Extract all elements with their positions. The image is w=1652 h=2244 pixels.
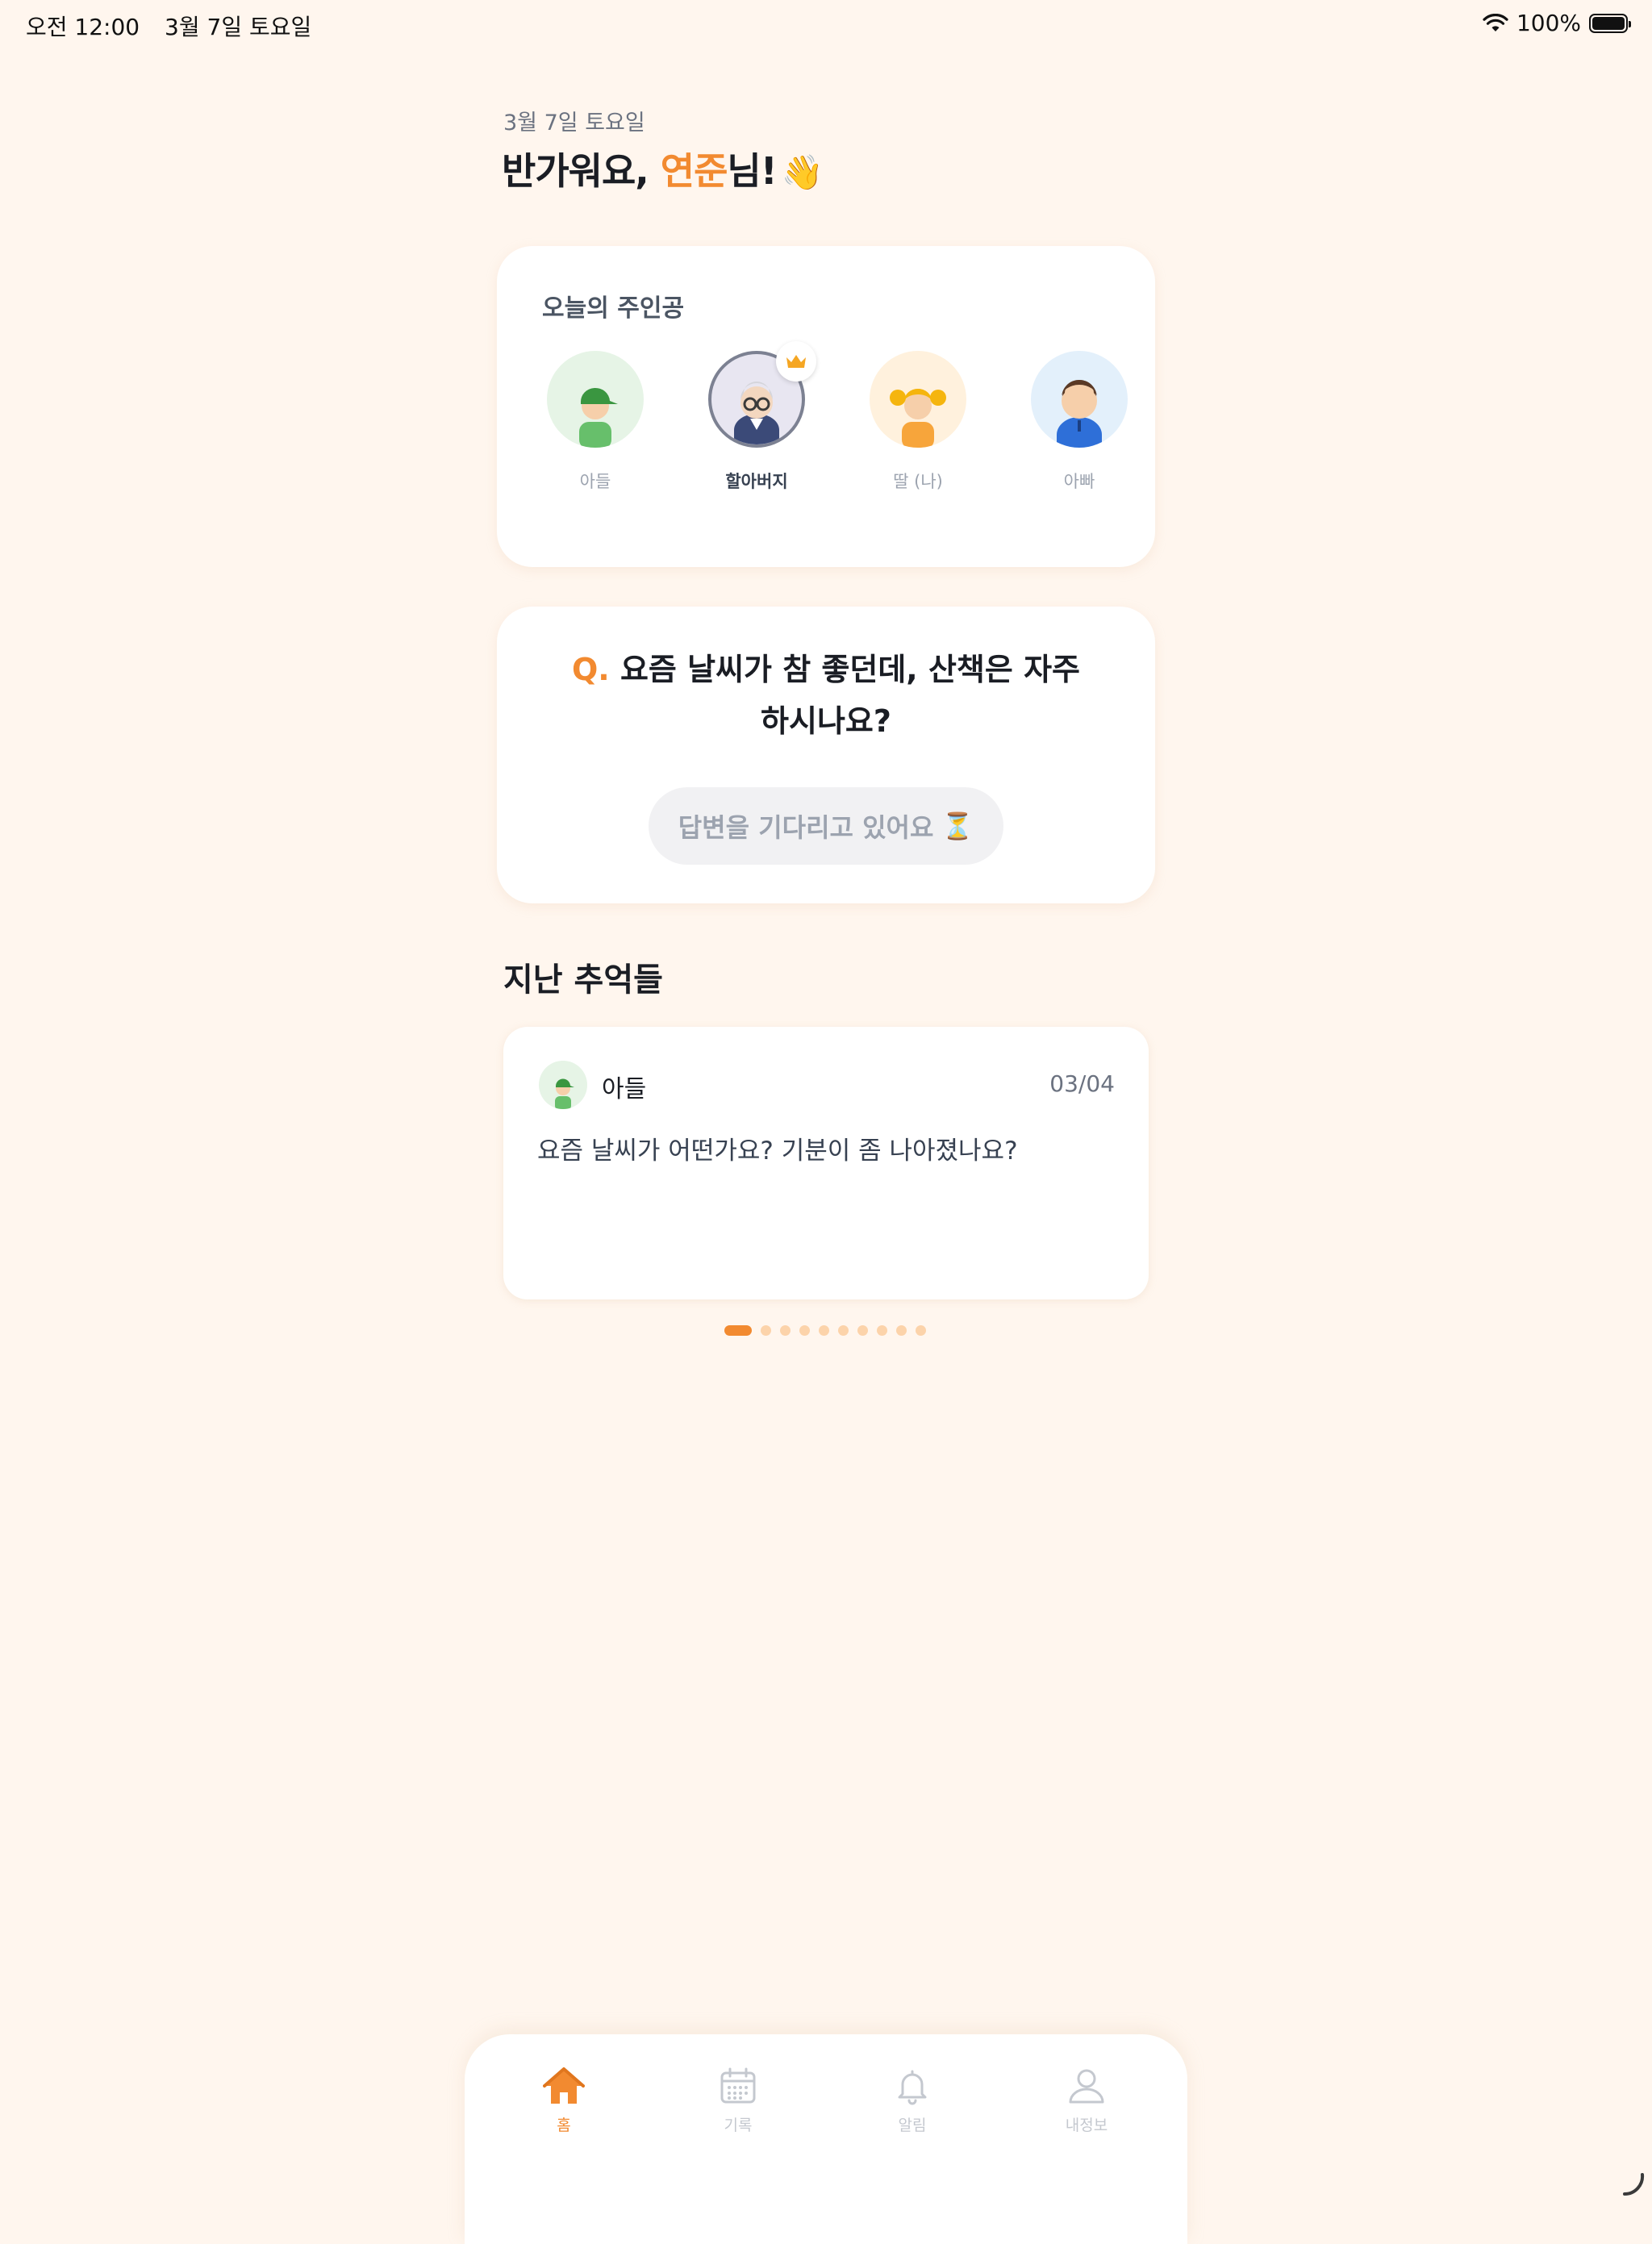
member-label: 아들 — [579, 472, 611, 491]
crown-icon — [776, 341, 816, 382]
page-dot[interactable] — [838, 1325, 849, 1336]
greeting-prefix: 반가워요, — [502, 149, 661, 193]
tab-bar: 홈 기록 알림 내정보 — [465, 2034, 1187, 2244]
greeting-suffix: 님! — [727, 149, 777, 193]
member-list: 아들 할아버지 딸 (나) 아빠 — [547, 341, 1128, 493]
page-dot[interactable] — [799, 1325, 810, 1336]
dad-avatar — [1031, 351, 1128, 448]
member-label: 할아버지 — [725, 472, 788, 491]
wifi-icon — [1483, 13, 1508, 31]
page-dot[interactable] — [896, 1325, 907, 1336]
user-icon — [1069, 2069, 1104, 2104]
tab-records[interactable]: 기록 — [682, 2067, 795, 2135]
tab-profile[interactable]: 내정보 — [1030, 2067, 1143, 2135]
hourglass-icon: ⏳ — [941, 811, 974, 841]
memory-date: 03/04 — [1049, 1070, 1115, 1097]
user-name: 연준 — [660, 149, 728, 193]
page-dot[interactable] — [819, 1325, 829, 1336]
member-label: 딸 (나) — [893, 472, 943, 491]
today-hero-card: 오늘의 주인공 아들 할아버지 딸 (나) 아빠 — [497, 246, 1155, 567]
page-dot[interactable] — [761, 1325, 771, 1336]
header-date: 3월 7일 토요일 — [503, 111, 645, 136]
status-right: 100% — [1483, 10, 1631, 36]
memory-card[interactable]: 아들 03/04 요즘 날씨가 어떤가요? 기분이 좀 나아졌나요? — [503, 1027, 1149, 1299]
status-time: 오전 12:00 — [26, 14, 140, 40]
bell-icon — [898, 2070, 927, 2105]
member-grandfather[interactable]: 할아버지 — [708, 341, 816, 493]
hero-title: 오늘의 주인공 — [542, 294, 685, 323]
page-dot-active[interactable] — [724, 1325, 752, 1336]
home-icon — [543, 2067, 585, 2104]
status-left: 오전 12:00 3월 7일 토요일 — [26, 10, 329, 42]
page-indicator — [724, 1325, 926, 1336]
page-dot[interactable] — [916, 1325, 926, 1336]
tab-label: 기록 — [724, 2117, 753, 2134]
member-dad[interactable]: 아빠 — [1031, 351, 1128, 493]
page-dot[interactable] — [877, 1325, 887, 1336]
tab-label: 알림 — [898, 2117, 927, 2134]
wave-emoji: 👋 — [781, 152, 824, 192]
page-dot[interactable] — [780, 1325, 791, 1336]
status-date: 3월 7일 토요일 — [165, 14, 312, 40]
calendar-icon — [720, 2067, 756, 2104]
waiting-label: 답변을 기다리고 있어요 — [678, 812, 934, 843]
question-line1: 요즘 날씨가 참 좋던데, 산책은 자주 — [620, 652, 1080, 687]
member-son[interactable]: 아들 — [547, 351, 644, 493]
member-label: 아빠 — [1063, 472, 1095, 491]
tab-notifications[interactable]: 알림 — [856, 2067, 969, 2135]
resize-handle-icon — [1623, 2173, 1645, 2196]
memory-author: 아들 — [602, 1075, 647, 1103]
tab-home[interactable]: 홈 — [507, 2067, 620, 2135]
memories-title: 지난 추억들 — [503, 961, 663, 999]
page-dot[interactable] — [857, 1325, 868, 1336]
daughter-avatar — [870, 351, 966, 448]
son-avatar-small — [539, 1061, 587, 1109]
tab-label: 내정보 — [1065, 2117, 1108, 2134]
battery-percent: 100% — [1516, 10, 1581, 36]
question-card: Q. 요즘 날씨가 참 좋던데, 산책은 자주 하시나요? 답변을 기다리고 있… — [497, 607, 1155, 903]
waiting-answer-pill[interactable]: 답변을 기다리고 있어요 ⏳ — [649, 787, 1003, 865]
question-text: Q. 요즘 날씨가 참 좋던데, 산책은 자주 하시나요? — [545, 644, 1107, 747]
greeting: 반가워요, 연준님! 👋 — [502, 142, 824, 195]
question-prefix: Q. — [571, 652, 610, 687]
tab-label: 홈 — [557, 2117, 571, 2134]
member-daughter[interactable]: 딸 (나) — [870, 351, 966, 493]
question-line2: 하시나요? — [761, 703, 891, 739]
memory-text: 요즘 날씨가 어떤가요? 기분이 좀 나아졌나요? — [537, 1137, 1018, 1166]
status-bar: 오전 12:00 3월 7일 토요일 100% — [0, 0, 1652, 52]
son-avatar — [547, 351, 644, 448]
battery-icon — [1589, 13, 1631, 33]
